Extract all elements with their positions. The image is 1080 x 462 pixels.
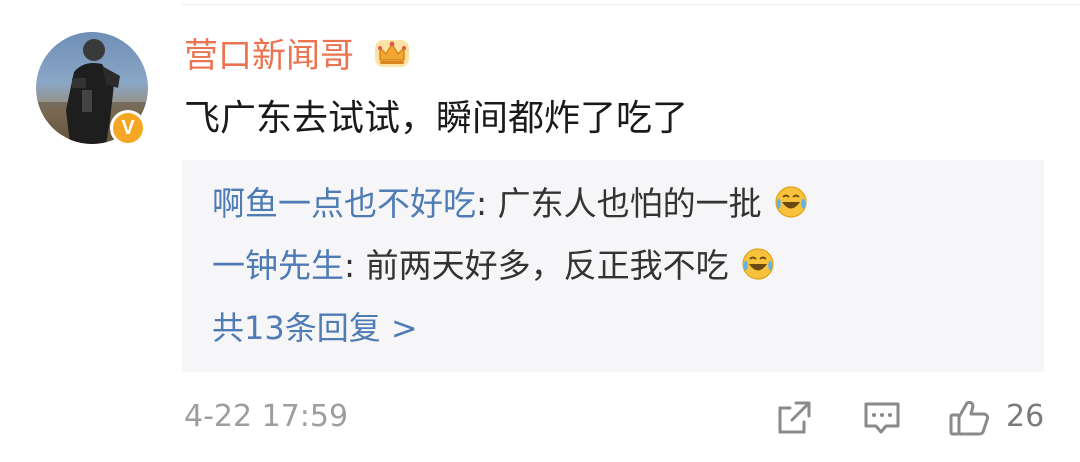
reply-text: : 广东人也怕的一批 xyxy=(476,184,762,223)
reply-text: : 前两天好多，反正我不吃 xyxy=(344,246,729,285)
like-count: 26 xyxy=(1006,399,1045,434)
more-replies-link[interactable]: 共13条回复 > xyxy=(212,306,418,350)
share-button[interactable] xyxy=(774,398,814,442)
comment-button[interactable] xyxy=(862,398,902,442)
reply-item[interactable]: 一钟先生: 前两天好多，反正我不吃 xyxy=(212,244,775,292)
verified-badge: V xyxy=(110,110,146,146)
weibo-comment-card: V 营口新闻哥 飞广东去试试，瞬间都炸了吃了 啊鱼一点也不好吃: 广东人也怕的一… xyxy=(0,0,1080,462)
laugh-cry-icon xyxy=(774,185,808,230)
share-icon xyxy=(778,401,811,434)
like-button[interactable] xyxy=(948,398,992,442)
laugh-cry-icon xyxy=(741,247,775,292)
comment-text: 飞广东去试试，瞬间都炸了吃了 xyxy=(184,98,689,139)
reply-item[interactable]: 啊鱼一点也不好吃: 广东人也怕的一批 xyxy=(212,182,808,230)
crown-icon xyxy=(372,35,412,75)
reply-author[interactable]: 啊鱼一点也不好吃 xyxy=(212,184,476,223)
thumbs-up-icon xyxy=(949,400,990,436)
username[interactable]: 营口新闻哥 xyxy=(184,34,354,78)
comment-icon xyxy=(864,402,900,434)
reply-author[interactable]: 一钟先生 xyxy=(212,246,344,285)
replies-box[interactable]: 啊鱼一点也不好吃: 广东人也怕的一批 一钟先生: 前两天好多，反正我不吃 共13… xyxy=(182,160,1044,372)
divider xyxy=(182,4,1080,5)
timestamp: 4-22 17:59 xyxy=(184,399,349,434)
